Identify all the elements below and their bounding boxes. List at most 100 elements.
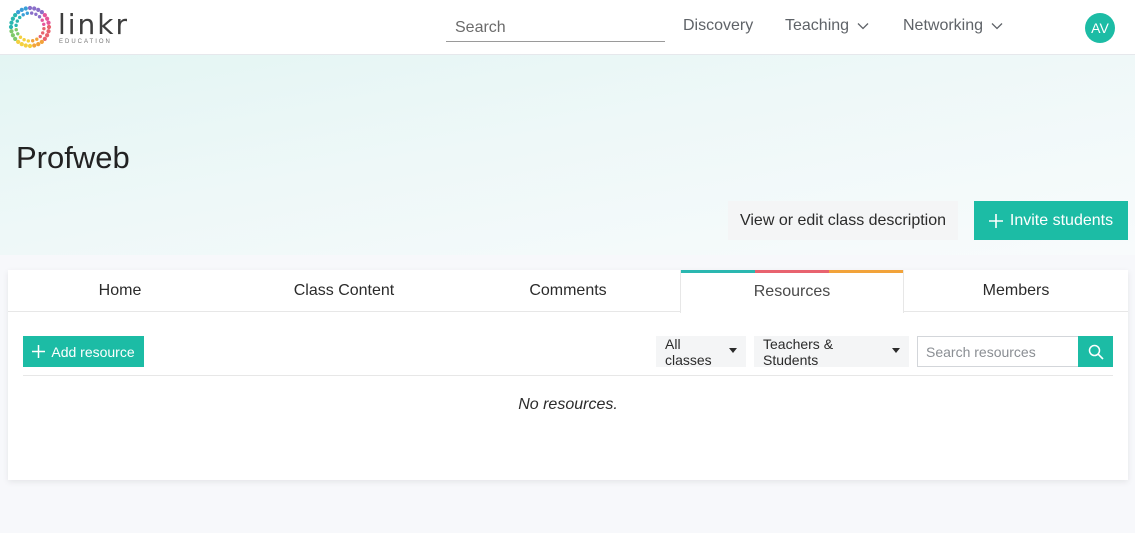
- nav-teaching[interactable]: Teaching: [785, 17, 869, 35]
- chevron-down-icon: [991, 23, 1003, 30]
- logo-dot: [46, 20, 51, 25]
- logo-dot: [9, 20, 14, 25]
- logo-dot: [14, 28, 18, 32]
- linkr-logo[interactable]: linkr EDUCATION: [8, 4, 127, 50]
- toolbar-divider: [23, 375, 1113, 376]
- logo-dot: [18, 15, 22, 20]
- logo-dot: [13, 13, 18, 18]
- view-edit-description-label: View or edit class description: [739, 211, 947, 229]
- tab-home[interactable]: Home: [8, 270, 232, 312]
- logo-dot: [45, 16, 50, 21]
- logo-dot: [16, 32, 20, 36]
- class-tabs: Home Class Content Comments Resources Me…: [8, 270, 1128, 313]
- search-resources-input[interactable]: [917, 336, 1079, 367]
- empty-state-message: No resources.: [518, 396, 618, 413]
- logo-dot: [9, 29, 14, 34]
- invite-students-label: Invite students: [1009, 211, 1114, 229]
- class-title: Profweb: [16, 140, 130, 175]
- logo-dot: [23, 6, 28, 11]
- logo-dot: [42, 36, 47, 41]
- tab-accent-teal: [681, 270, 755, 273]
- logo-dot: [38, 34, 42, 39]
- logo-dot: [14, 23, 18, 28]
- audience-filter-dropdown[interactable]: Teachers & Students: [754, 335, 909, 368]
- invite-students-button[interactable]: Invite students: [974, 201, 1128, 240]
- plus-icon: [988, 213, 1003, 228]
- logo-dot: [27, 43, 33, 49]
- logo-dot: [25, 11, 29, 15]
- classes-filter-dropdown[interactable]: All classes: [656, 335, 746, 368]
- logo-dot: [21, 13, 25, 17]
- top-navigation-bar: linkr EDUCATION Discovery Teaching Netwo…: [0, 0, 1135, 55]
- audience-filter-label: Teachers & Students: [763, 335, 834, 368]
- logo-dot: [46, 29, 51, 34]
- logo-dot: [16, 10, 21, 15]
- nav-teaching-label: Teaching: [785, 17, 850, 34]
- global-search-input[interactable]: [446, 14, 665, 42]
- tab-accent-red: [755, 270, 829, 273]
- search-icon: [1088, 344, 1104, 360]
- nav-discovery-label: Discovery: [683, 17, 754, 34]
- logo-dot: [18, 35, 23, 39]
- add-resource-button[interactable]: Add resource: [23, 336, 144, 367]
- tab-members-label: Members: [982, 282, 1050, 299]
- tab-resources-label: Resources: [753, 282, 831, 300]
- logo-subtitle: EDUCATION: [59, 39, 112, 45]
- tab-members[interactable]: Members: [904, 270, 1128, 312]
- logo-dot: [32, 43, 37, 48]
- logo-dot: [19, 42, 24, 47]
- tab-comments[interactable]: Comments: [456, 270, 680, 312]
- tab-resources[interactable]: Resources: [680, 270, 904, 313]
- logo-wordmark: linkr: [58, 8, 130, 41]
- logo-dot: [10, 16, 15, 21]
- logo-dot: [39, 10, 44, 15]
- logo-dot: [23, 43, 28, 48]
- logo-dot: [8, 24, 14, 30]
- nav-discovery[interactable]: Discovery: [683, 17, 753, 35]
- class-header: Profweb: [0, 55, 1135, 255]
- logo-dot: [27, 5, 33, 11]
- user-avatar[interactable]: AV: [1085, 13, 1115, 43]
- nav-networking[interactable]: Networking: [903, 17, 1003, 35]
- logo-dot: [35, 37, 39, 41]
- tab-home-label: Home: [98, 282, 142, 299]
- logo-dot: [13, 36, 18, 41]
- logo-dot: [31, 39, 35, 43]
- logo-dot: [45, 33, 50, 38]
- tab-accent-orange: [829, 270, 903, 273]
- logo-dot: [46, 24, 52, 30]
- logo-dot: [34, 12, 38, 16]
- view-edit-description-button[interactable]: View or edit class description: [728, 201, 958, 240]
- chevron-down-icon: [857, 23, 869, 30]
- tab-class-content-label: Class Content: [293, 282, 395, 299]
- classes-filter-label: All classes: [665, 335, 712, 368]
- active-tab-indicator: [681, 270, 903, 273]
- logo-dot: [19, 7, 24, 12]
- logo-dot: [29, 11, 34, 15]
- tab-comments-label: Comments: [529, 282, 607, 299]
- logo-dot: [42, 22, 46, 26]
- logo-dot: [16, 39, 21, 44]
- logo-dot: [40, 18, 44, 22]
- add-resource-label: Add resource: [51, 343, 135, 360]
- nav-networking-label: Networking: [903, 17, 984, 34]
- logo-dot: [22, 38, 26, 42]
- logo-dot: [32, 6, 37, 11]
- logo-dots-icon: [8, 5, 52, 49]
- plus-icon: [32, 345, 46, 358]
- logo-dot: [26, 39, 31, 43]
- logo-dot: [37, 15, 42, 19]
- logo-dot: [36, 42, 41, 47]
- tab-class-content[interactable]: Class Content: [232, 270, 456, 312]
- logo-dot: [10, 33, 15, 38]
- logo-dot: [36, 7, 41, 12]
- logo-dot: [15, 19, 19, 23]
- resources-panel: Home Class Content Comments Resources Me…: [8, 270, 1128, 480]
- logo-dot: [42, 13, 47, 18]
- caret-down-icon: [892, 347, 900, 353]
- search-resources-button[interactable]: [1078, 336, 1113, 367]
- logo-dot: [42, 26, 46, 31]
- logo-dot: [39, 39, 44, 44]
- logo-dot: [41, 31, 45, 35]
- caret-down-icon: [729, 347, 737, 353]
